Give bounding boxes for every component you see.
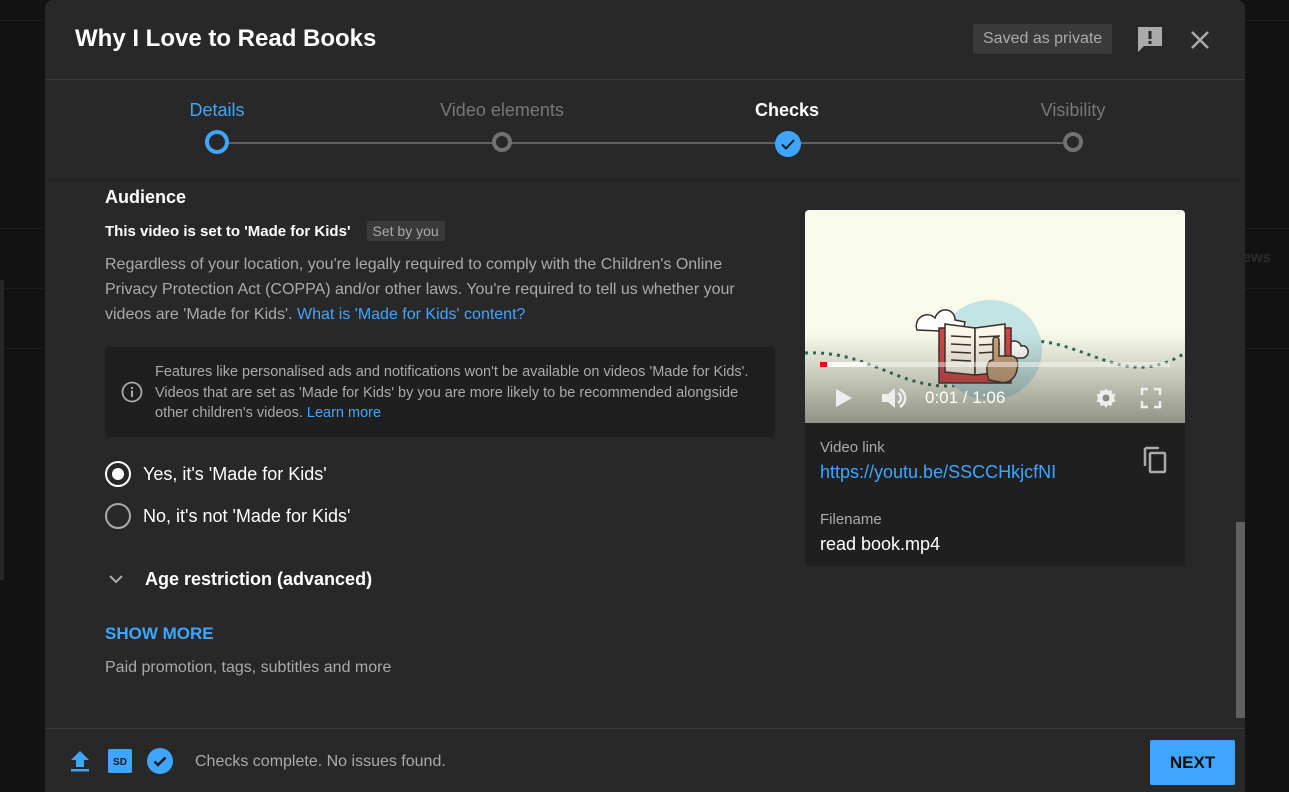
video-progress-bar[interactable] — [820, 362, 1170, 367]
progress-played — [820, 362, 827, 367]
mfk-status-label: This video is set to 'Made for Kids' — [105, 222, 351, 240]
step-checks[interactable]: Checks — [687, 81, 887, 157]
copy-link-button[interactable] — [1141, 444, 1169, 476]
radio-label: Yes, it's 'Made for Kids' — [143, 463, 327, 484]
next-button[interactable]: NEXT — [1150, 740, 1235, 785]
close-button[interactable] — [1185, 25, 1215, 55]
dialog-title: Why I Love to Read Books — [75, 25, 377, 52]
upload-dialog: Why I Love to Read Books Saved as privat… — [45, 0, 1245, 792]
dialog-footer: SD Checks complete. No issues found. NEX… — [45, 728, 1245, 792]
video-link[interactable]: https://youtu.be/SSCCHkjcfNI — [820, 462, 1056, 483]
mfk-content-link[interactable]: What is 'Made for Kids' content? — [297, 306, 525, 323]
info-body: Features like personalised ads and notif… — [155, 364, 749, 421]
info-notice: Features like personalised ads and notif… — [105, 347, 775, 437]
step-details[interactable]: Details — [117, 81, 317, 154]
radio-checked-icon[interactable] — [105, 461, 131, 487]
coppa-description: Regardless of your location, you're lega… — [105, 252, 765, 327]
feedback-icon — [1138, 27, 1162, 52]
volume-icon[interactable] — [879, 384, 909, 412]
saved-status-chip: Saved as private — [973, 24, 1113, 54]
radio-unchecked-icon[interactable] — [105, 503, 131, 529]
learn-more-link[interactable]: Learn more — [307, 405, 381, 421]
dialog-header: Why I Love to Read Books Saved as privat… — [45, 0, 1245, 80]
info-text: Features like personalised ads and notif… — [155, 362, 755, 424]
step-label: Visibility — [1040, 100, 1106, 120]
step-current-indicator-icon — [205, 130, 229, 154]
checks-complete-icon[interactable] — [147, 748, 173, 774]
backdrop-column-header: ews — [1242, 249, 1271, 266]
step-label: Video elements — [440, 100, 564, 120]
copy-icon — [1143, 446, 1167, 474]
upload-stepper: Details Video elements Checks Visibility — [45, 81, 1245, 181]
backdrop-scrollbar — [0, 280, 4, 580]
chevron-down-icon — [109, 575, 123, 584]
play-icon[interactable] — [832, 384, 856, 412]
step-video-elements[interactable]: Video elements — [402, 81, 602, 152]
feedback-button[interactable] — [1135, 24, 1165, 54]
show-more-button[interactable]: SHOW MORE — [105, 624, 214, 644]
upload-icon[interactable] — [69, 749, 91, 773]
step-label: Details — [189, 100, 245, 120]
checks-status-text: Checks complete. No issues found. — [195, 753, 446, 770]
step-label: Checks — [754, 100, 820, 120]
sd-quality-icon[interactable]: SD — [108, 749, 132, 773]
step-pending-indicator-icon — [492, 132, 512, 152]
video-controls-gradient — [805, 333, 1185, 423]
dialog-content: Audience This video is set to 'Made for … — [45, 182, 1245, 728]
filename-label: Filename — [820, 511, 882, 528]
step-pending-indicator-icon — [1063, 132, 1083, 152]
settings-gear-icon[interactable] — [1094, 384, 1118, 412]
section-title: Audience — [105, 187, 187, 207]
check-icon — [775, 131, 801, 157]
info-icon — [121, 381, 143, 403]
fullscreen-icon[interactable] — [1139, 384, 1163, 412]
set-by-chip: Set by you — [366, 221, 445, 241]
video-player[interactable]: 0:01 / 1:06 — [805, 210, 1185, 423]
stepper-track — [217, 142, 1073, 144]
radio-made-for-kids-no[interactable]: No, it's not 'Made for Kids' — [105, 503, 350, 529]
filename-value: read book.mp4 — [820, 534, 941, 554]
video-preview-card: 0:01 / 1:06 Video link https://youtu.be/… — [805, 210, 1185, 566]
content-scrollbar[interactable] — [1236, 522, 1245, 718]
radio-label: No, it's not 'Made for Kids' — [143, 505, 351, 526]
close-icon — [1191, 31, 1209, 49]
step-visibility[interactable]: Visibility — [973, 81, 1173, 152]
radio-made-for-kids-yes[interactable]: Yes, it's 'Made for Kids' — [105, 461, 327, 487]
mfk-status-row: This video is set to 'Made for Kids' Set… — [105, 221, 445, 241]
video-time-display: 0:01 / 1:06 — [925, 388, 1006, 407]
video-link-label: Video link — [820, 439, 885, 456]
svg-text:SD: SD — [113, 757, 127, 768]
age-restriction-toggle[interactable]: Age restriction (advanced) — [105, 568, 372, 590]
age-restriction-label: Age restriction (advanced) — [145, 568, 373, 589]
show-more-description: Paid promotion, tags, subtitles and more — [105, 659, 392, 676]
